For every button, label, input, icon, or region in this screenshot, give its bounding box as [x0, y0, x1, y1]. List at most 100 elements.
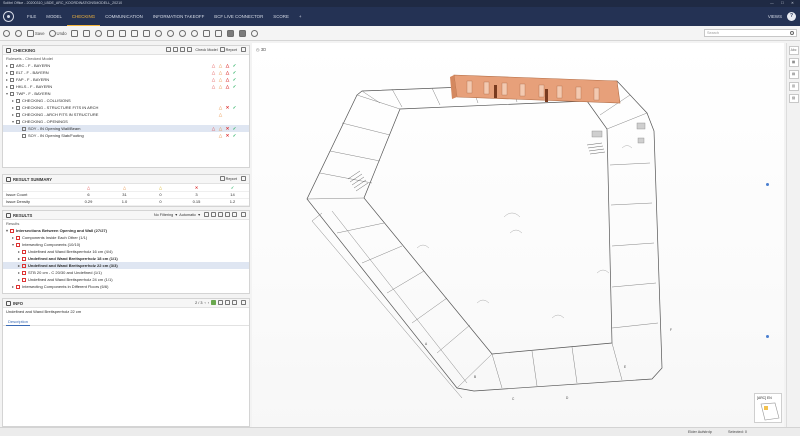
filter-dropdown[interactable]: No Filtering — [154, 213, 173, 217]
measure-tool[interactable] — [130, 29, 139, 37]
views-menu[interactable]: VIEWS — [768, 7, 782, 26]
redo-button[interactable] — [15, 29, 23, 37]
next-arrow-icon[interactable]: › — [208, 301, 209, 305]
results-tool-icon[interactable] — [225, 212, 230, 217]
report-button[interactable]: Report — [226, 48, 237, 52]
mode-chevron-icon[interactable]: ▾ — [198, 212, 200, 217]
menu-item[interactable]: SCORE — [268, 7, 294, 26]
fly-button[interactable] — [202, 29, 211, 37]
result-row[interactable]: ▸ STB 20 cm - C 20/30 and Undefined (1/1) — [3, 269, 249, 276]
ruleset-row[interactable]: SOY - IN Opening Slab/Footing △ ✕ ✓ — [3, 132, 249, 139]
viewport-slider-handle[interactable] — [766, 335, 769, 338]
ruleset-row[interactable]: SOY - IN Opening Wall/Beam △ △ ✕ ✓ — [3, 125, 249, 132]
mode-dropdown[interactable]: Automatic — [179, 213, 196, 217]
result-row[interactable]: ▾ Intersections Between Opening and Wall … — [3, 227, 249, 234]
zoom-fit-button[interactable] — [178, 29, 187, 37]
cube-tool[interactable] — [142, 29, 151, 37]
transparency-button[interactable] — [238, 29, 247, 37]
result-row[interactable]: ▾ Intersecting Components (10/10) — [3, 241, 249, 248]
tab-description[interactable]: Description — [6, 318, 31, 326]
ruleset-icon — [22, 126, 26, 131]
result-row[interactable]: ▸ Intersecting Components in Different Fl… — [3, 283, 249, 290]
door-swings — [416, 145, 633, 319]
solibri-logo-icon[interactable] — [3, 11, 14, 22]
maximize-icon[interactable] — [241, 176, 246, 181]
results-tool-icon[interactable] — [211, 212, 216, 217]
checking-tool-icon[interactable] — [166, 47, 172, 52]
select-tool[interactable] — [94, 29, 103, 37]
ruleset-row[interactable]: ▾ TWP - F - BAYERN — [3, 90, 249, 97]
menu-item[interactable]: COMMUNICATION — [100, 7, 148, 26]
model-tool-1[interactable] — [70, 29, 79, 37]
result-row[interactable]: ▸ Undefined and Wand Breitsperrholz 18 cm… — [3, 255, 249, 262]
status-icon: △ — [211, 126, 216, 131]
result-row[interactable]: ▸ Undefined and Wand Breitsperrholz 22 cm… — [3, 262, 249, 269]
maximize-icon[interactable] — [241, 47, 246, 52]
3d-viewport[interactable]: ◷ 3D A B C D E F — [252, 43, 784, 427]
section-tool[interactable] — [106, 29, 115, 37]
menu-item[interactable]: MODEL — [41, 7, 67, 26]
report-icon[interactable] — [219, 176, 225, 181]
render-button[interactable] — [226, 29, 235, 37]
svg-text:B: B — [474, 375, 476, 379]
ruleset-row[interactable]: ▸ ELT - F - BAYERN △ △ △ ✓ — [3, 69, 249, 76]
zoom-in-button[interactable] — [154, 29, 163, 37]
ruleset-row[interactable]: ▸ CHECKING - STRUCTURE FITS IN ARCH △ ✕ ✓ — [3, 104, 249, 111]
maximize-icon[interactable] — [241, 212, 246, 217]
check-model-button[interactable]: Check Model — [195, 48, 217, 52]
report-icon[interactable] — [219, 47, 225, 52]
menu-item[interactable]: INFORMATION TAKEOFF — [148, 7, 209, 26]
panel-toggle-button[interactable]: ▤ — [788, 70, 799, 79]
checking-tool-icon[interactable] — [180, 47, 186, 52]
render-icon — [226, 29, 234, 37]
results-tool-icon[interactable] — [218, 212, 223, 217]
result-row[interactable]: ▸ Undefined and Wand Breitsperrholz 24 cm… — [3, 276, 249, 283]
zoom-select-button[interactable] — [190, 29, 199, 37]
panel-toggle-button[interactable]: ▥ — [788, 82, 799, 91]
ruleset-row[interactable]: ▸ CHECKING - ARCH FITS IN STRUCTURE △ — [3, 111, 249, 118]
prev-arrow-icon[interactable]: ‹ — [204, 301, 205, 305]
panel-toggle-button[interactable]: Abc — [788, 46, 799, 55]
ruleset-row[interactable]: ▸ CHECKING - COLLISIONS — [3, 97, 249, 104]
checking-tool-icon[interactable] — [187, 47, 193, 52]
result-label: Intersections Between Opening and Wall (… — [16, 228, 107, 233]
summary-report-button[interactable]: Report — [226, 177, 237, 181]
menu-item[interactable]: BCF LIVE CONNECTOR — [209, 7, 268, 26]
help-icon[interactable]: ? — [787, 12, 796, 21]
result-row[interactable]: ▸ Components Inside Each Other (1/1) — [3, 234, 249, 241]
ruleset-row[interactable]: ▾ CHECKING - OPENINGS — [3, 118, 249, 125]
viewport-slider-handle[interactable] — [766, 183, 769, 186]
save-button[interactable]: Save — [27, 29, 45, 37]
menu-item[interactable]: FILE — [22, 7, 41, 26]
ruleset-row[interactable]: ▸ FAP - F - BAYERN △ △ △ ✓ — [3, 76, 249, 83]
info-tool-icon[interactable] — [218, 300, 223, 305]
checking-tool-icon[interactable] — [173, 47, 179, 52]
panel-toggle-button[interactable]: ▦ — [788, 58, 799, 67]
search-input[interactable]: Search — [704, 29, 797, 37]
model-tool-2[interactable] — [82, 29, 91, 37]
info-tool-icon[interactable] — [232, 300, 237, 305]
maximize-icon[interactable] — [241, 300, 246, 305]
filter-chevron-icon[interactable]: ▾ — [175, 212, 177, 217]
summary-value: 0.15 — [177, 198, 213, 206]
summary-value: 6 — [69, 191, 105, 199]
menu-item[interactable]: CHECKING — [66, 7, 101, 26]
ruleset-row[interactable]: ▸ ARC - F - BAYERN △ △ △ ✓ — [3, 62, 249, 69]
ruleset-label: SOY - IN Opening Slab/Footing — [28, 133, 84, 138]
zoom-out-button[interactable] — [166, 29, 175, 37]
results-tool-icon[interactable] — [232, 212, 237, 217]
window-controls[interactable]: — ☐ ✕ — [770, 0, 797, 7]
settings-button[interactable] — [250, 29, 259, 37]
walk-button[interactable] — [214, 29, 223, 37]
ruleset-row[interactable]: ▸ HKLS - F - BAYERN △ △ △ ✓ — [3, 83, 249, 90]
info-button[interactable]: Undo — [48, 29, 67, 37]
results-tool-icon[interactable] — [204, 212, 209, 217]
info-tool-icon[interactable] — [225, 300, 230, 305]
approve-icon[interactable] — [211, 300, 216, 305]
cut-tool[interactable] — [118, 29, 127, 37]
menu-item[interactable]: + — [294, 7, 307, 26]
panel-toggle-button[interactable]: ▧ — [788, 94, 799, 103]
undo-button[interactable] — [3, 29, 11, 37]
result-row[interactable]: ▸ Undefined and Wand Breitsperrholz 16 cm… — [3, 248, 249, 255]
navigation-cube[interactable]: [ARC] EN — [754, 393, 782, 423]
